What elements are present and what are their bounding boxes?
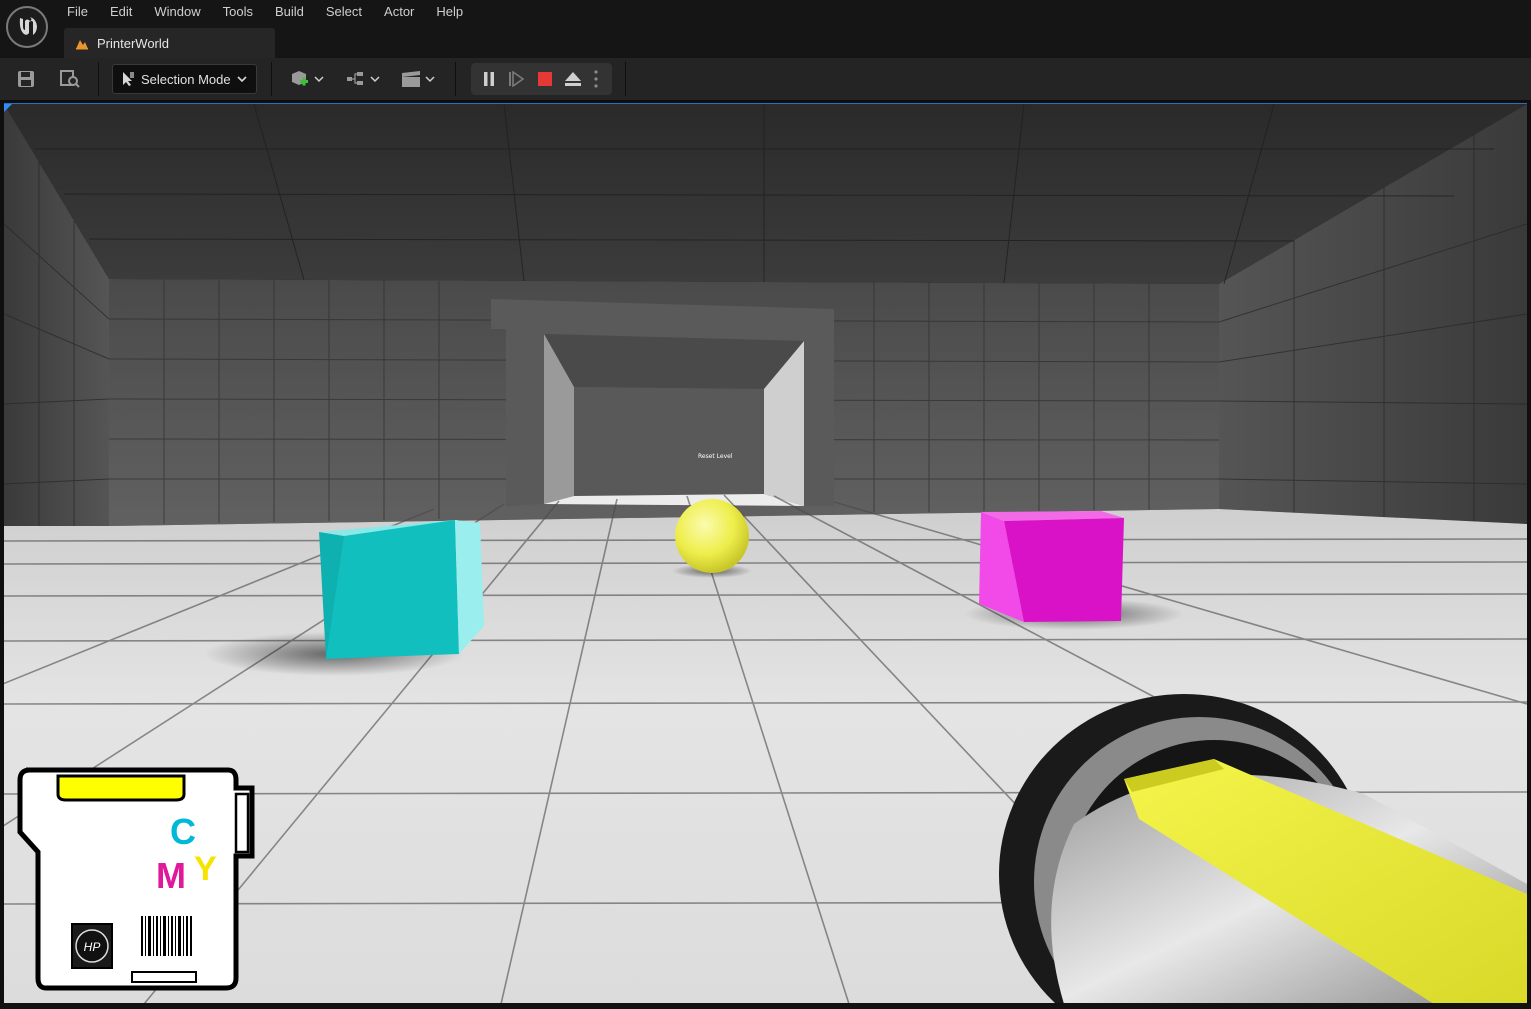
- stop-icon[interactable]: [535, 69, 555, 89]
- cmy-logo-y: Y: [194, 850, 217, 888]
- world-text-reset-level: Reset Level: [698, 453, 733, 460]
- menu-bar: File Edit Window Tools Build Select Acto…: [0, 0, 1531, 28]
- menu-build[interactable]: Build: [264, 0, 315, 24]
- menu-file[interactable]: File: [56, 0, 99, 24]
- yellow-sphere: [675, 499, 749, 573]
- toolbar-separator: [271, 62, 272, 96]
- step-frame-icon[interactable]: [507, 69, 527, 89]
- menu-help[interactable]: Help: [425, 0, 474, 24]
- cyan-cube: [319, 520, 484, 659]
- ink-level-fill: [56, 774, 186, 802]
- eject-icon[interactable]: [563, 69, 583, 89]
- menu-select[interactable]: Select: [315, 0, 373, 24]
- selection-mode-label: Selection Mode: [141, 71, 231, 87]
- level-tab[interactable]: PrinterWorld: [64, 28, 275, 58]
- content-browser-icon[interactable]: [57, 65, 83, 93]
- magenta-cube: [979, 511, 1124, 622]
- selection-mode-dropdown[interactable]: Selection Mode: [112, 64, 257, 94]
- tab-row: PrinterWorld: [0, 28, 1531, 58]
- blueprint-icon[interactable]: [343, 65, 383, 93]
- toolbar-separator: [625, 62, 626, 96]
- cmy-logo-m: M: [156, 855, 186, 896]
- cinematics-icon[interactable]: [398, 65, 438, 93]
- cmy-logo-c: C: [170, 811, 196, 852]
- save-icon[interactable]: [14, 65, 38, 93]
- toolbar-separator: [455, 62, 456, 96]
- level-icon: [76, 40, 88, 50]
- main-toolbar: Selection Mode: [0, 58, 1531, 101]
- level-name: PrinterWorld: [97, 35, 170, 51]
- menu-window[interactable]: Window: [143, 0, 211, 24]
- add-actor-icon[interactable]: [287, 65, 327, 93]
- viewport-corner-marker: [4, 104, 12, 112]
- chevron-down-icon: [237, 76, 247, 83]
- window-bottom-edge: [0, 1003, 1531, 1009]
- ink-cartridge-hud: C M Y HP: [17, 767, 255, 991]
- pause-icon[interactable]: [479, 69, 499, 89]
- hp-logo-icon: HP: [84, 940, 101, 954]
- main-menu: File Edit Window Tools Build Select Acto…: [56, 0, 474, 24]
- toolbar-separator: [98, 62, 99, 96]
- play-controls: [471, 63, 612, 95]
- level-viewport[interactable]: Reset Level C M Y HP: [4, 103, 1527, 1004]
- cursor-icon: [123, 72, 134, 86]
- unreal-logo-icon[interactable]: [6, 6, 48, 48]
- corridor-back-wall: [574, 387, 764, 496]
- menu-actor[interactable]: Actor: [373, 0, 425, 24]
- more-options-icon[interactable]: [590, 69, 602, 89]
- menu-tools[interactable]: Tools: [212, 0, 264, 24]
- menu-edit[interactable]: Edit: [99, 0, 143, 24]
